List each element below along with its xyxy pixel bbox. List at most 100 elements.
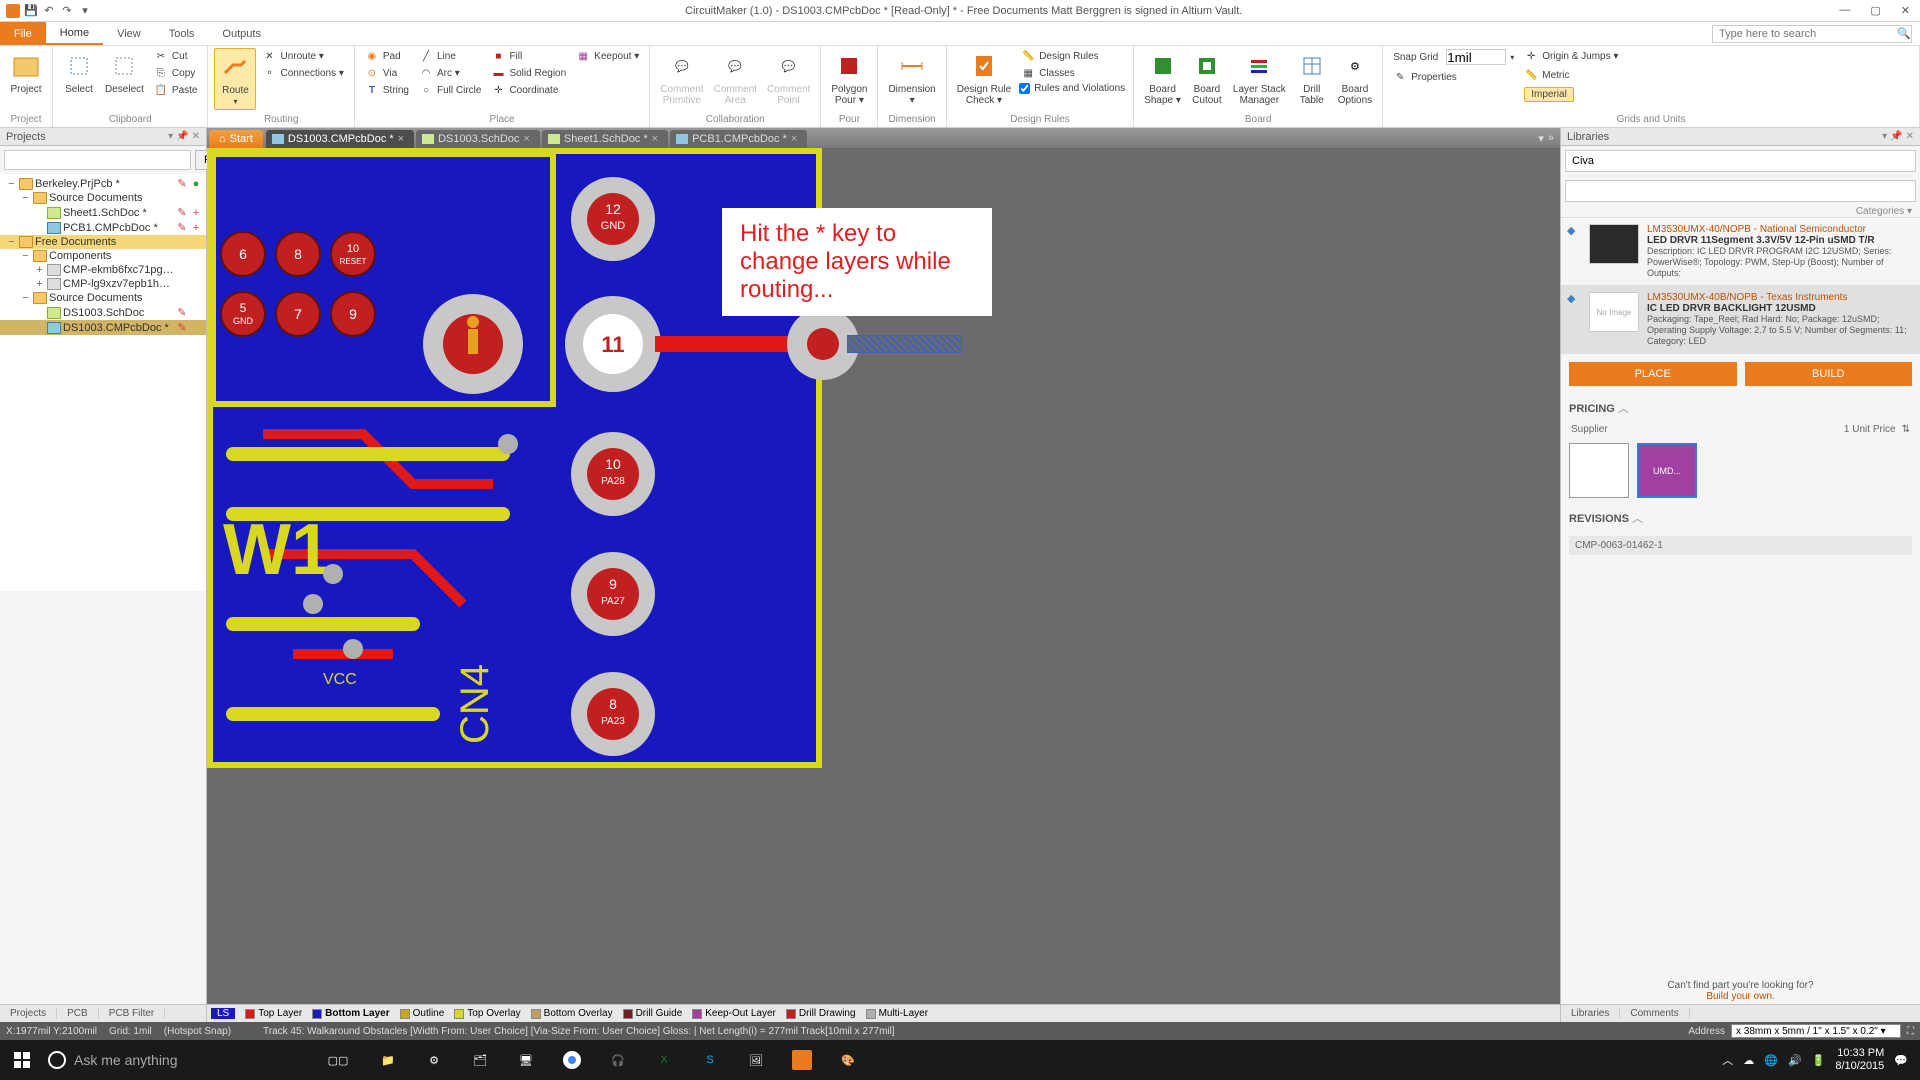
tree-row[interactable]: DS1003.CMPcbDoc * ✎	[0, 320, 206, 335]
layer-item[interactable]: Bottom Layer	[312, 1008, 389, 1019]
line-button[interactable]: ╱Line	[415, 48, 485, 64]
revision-item[interactable]: CMP-0063-01462-1	[1569, 536, 1912, 555]
taskbar-app-4[interactable]: 🖥	[506, 1044, 546, 1076]
copy-button[interactable]: ⎘Copy	[150, 65, 202, 81]
tree-row[interactable]: − Source Documents	[0, 191, 206, 205]
panel-pin-icon[interactable]: 📌	[176, 131, 188, 142]
fullcircle-button[interactable]: ○Full Circle	[415, 82, 485, 98]
tree-row[interactable]: PCB1.CMPcbDoc * ✎ +	[0, 220, 206, 235]
document-tab[interactable]: DS1003.CMPcbDoc *×	[266, 130, 414, 148]
start-menu-button[interactable]	[4, 1044, 40, 1076]
deselect-button[interactable]: Deselect	[101, 48, 148, 97]
tab-outputs[interactable]: Outputs	[208, 22, 275, 45]
redo-icon[interactable]: ↷	[60, 4, 74, 18]
tab-view[interactable]: View	[103, 22, 155, 45]
taskbar-skype[interactable]: S	[690, 1044, 730, 1076]
cut-button[interactable]: ✂Cut	[150, 48, 202, 64]
design-rule-check-button[interactable]: Design Rule Check ▾	[953, 48, 1015, 108]
layer-item[interactable]: Drill Guide	[623, 1008, 683, 1019]
tab-home[interactable]: Home	[46, 22, 103, 45]
panel-close-icon[interactable]: ✕	[192, 131, 200, 142]
file-tab[interactable]: File	[0, 22, 46, 45]
tree-row[interactable]: − Free Documents	[0, 235, 206, 249]
string-button[interactable]: TString	[361, 82, 413, 98]
bottom-tab-libraries[interactable]: Libraries	[1561, 1008, 1620, 1019]
bottom-tab-comments[interactable]: Comments	[1620, 1008, 1689, 1019]
tab-tools[interactable]: Tools	[155, 22, 209, 45]
document-tab[interactable]: PCB1.CMPcbDoc *×	[670, 130, 807, 148]
select-button[interactable]: Select	[59, 48, 99, 97]
tray-battery-icon[interactable]: 🔋	[1812, 1054, 1826, 1067]
taskbar-search[interactable]: Ask me anything	[40, 1051, 320, 1069]
library-search-input[interactable]	[1565, 150, 1916, 172]
board-shape-button[interactable]: Board Shape ▾	[1140, 48, 1185, 108]
tree-row[interactable]: Sheet1.SchDoc * ✎ +	[0, 205, 206, 220]
undo-icon[interactable]: ↶	[42, 4, 56, 18]
library-filter-input[interactable]	[1565, 180, 1916, 202]
layer-item[interactable]: Top Overlay	[454, 1008, 520, 1019]
categories-dropdown[interactable]: Categories ▾	[1561, 206, 1920, 217]
taskbar-photos[interactable]: 🖼	[736, 1044, 776, 1076]
board-cutout-button[interactable]: Board Cutout	[1187, 48, 1227, 108]
tree-row[interactable]: + CMP-lg9xzv7epb1hdwyov3m9-	[0, 277, 206, 291]
unroute-button[interactable]: ✕Unroute ▾	[258, 48, 347, 64]
projects-tree[interactable]: − Berkeley.PrjPcb * ✎ ● − Source Documen…	[0, 174, 206, 591]
taskbar-chrome[interactable]	[552, 1044, 592, 1076]
minimize-button[interactable]: —	[1835, 4, 1854, 17]
taskbar-circuitmaker[interactable]	[782, 1044, 822, 1076]
layer-item[interactable]: Top Layer	[245, 1008, 302, 1019]
tab-nav-icon[interactable]: ▾	[1538, 132, 1544, 145]
tray-up-icon[interactable]: ︿	[1722, 1052, 1733, 1068]
taskbar-paint[interactable]: 🎨	[828, 1044, 868, 1076]
status-expand-icon[interactable]: ⛶	[1907, 1026, 1914, 1037]
tab-overflow-icon[interactable]: »	[1548, 132, 1554, 144]
arc-button[interactable]: ◠Arc ▾	[415, 65, 485, 81]
properties-button[interactable]: ✎Properties	[1389, 69, 1518, 85]
layer-item[interactable]: Drill Drawing	[786, 1008, 856, 1019]
taskbar-excel[interactable]: X	[644, 1044, 684, 1076]
document-tab[interactable]: DS1003.SchDoc×	[416, 130, 540, 148]
build-own-link[interactable]: Build your own.	[1706, 991, 1774, 1002]
tray-clock[interactable]: 10:33 PM8/10/2015	[1835, 1047, 1884, 1073]
place-button[interactable]: PLACE	[1569, 362, 1737, 386]
comment-point-button[interactable]: 💬Comment Point	[763, 48, 814, 108]
revisions-header[interactable]: REVISIONS ︿	[1561, 504, 1920, 532]
imperial-button[interactable]: Imperial	[1520, 86, 1622, 103]
polygon-pour-button[interactable]: Polygon Pour ▾	[827, 48, 871, 108]
tray-network-icon[interactable]: 🌐	[1764, 1054, 1778, 1067]
board-options-button[interactable]: ⚙Board Options	[1334, 48, 1376, 108]
tray-cloud-icon[interactable]: ☁	[1743, 1054, 1754, 1067]
keepout-button[interactable]: ▦Keepout ▾	[572, 48, 643, 64]
fill-button[interactable]: ■Fill	[487, 48, 570, 64]
metric-button[interactable]: 📏Metric	[1520, 67, 1622, 83]
taskbar-app-3[interactable]: 🗂	[460, 1044, 500, 1076]
pad-button[interactable]: ◉Pad	[361, 48, 413, 64]
taskbar-app-1[interactable]: 📁	[368, 1044, 408, 1076]
tray-volume-icon[interactable]: 🔊	[1788, 1054, 1802, 1067]
project-button[interactable]: Project	[6, 48, 46, 97]
footprint-thumb-1[interactable]	[1569, 443, 1629, 498]
layer-item[interactable]: Bottom Overlay	[531, 1008, 613, 1019]
lib-close-icon[interactable]: ✕	[1906, 131, 1914, 142]
dimension-button[interactable]: Dimension ▾	[884, 48, 939, 108]
close-button[interactable]: ✕	[1897, 4, 1914, 17]
coordinate-button[interactable]: ✛Coordinate	[487, 82, 570, 98]
origin-jumps-button[interactable]: ✛Origin & Jumps ▾	[1520, 48, 1622, 64]
save-icon[interactable]: 💾	[24, 4, 38, 18]
solidregion-button[interactable]: ▬Solid Region	[487, 65, 570, 81]
bottom-tab-projects[interactable]: Projects	[0, 1008, 57, 1019]
tree-row[interactable]: + CMP-ekmb6fxc71pg3nt0c777-1	[0, 263, 206, 277]
ribbon-search[interactable]: 🔍	[1712, 25, 1912, 43]
comment-area-button[interactable]: 💬Comment Area	[710, 48, 761, 108]
tray-notifications-icon[interactable]: 💬	[1894, 1054, 1908, 1067]
drill-table-button[interactable]: Drill Table	[1292, 48, 1332, 108]
search-icon[interactable]: 🔍	[1897, 28, 1911, 40]
bottom-tab-pcb[interactable]: PCB	[57, 1008, 99, 1019]
connections-button[interactable]: ⚬Connections ▾	[258, 65, 347, 81]
route-button[interactable]: Route▾	[214, 48, 256, 110]
rules-violations-check[interactable]: Rules and Violations	[1017, 82, 1127, 95]
search-input[interactable]	[1712, 25, 1912, 43]
layer-item[interactable]: Multi-Layer	[866, 1008, 928, 1019]
layer-stack-button[interactable]: Layer Stack Manager	[1229, 48, 1290, 108]
footprint-thumb-2[interactable]: UMD...	[1637, 443, 1697, 498]
